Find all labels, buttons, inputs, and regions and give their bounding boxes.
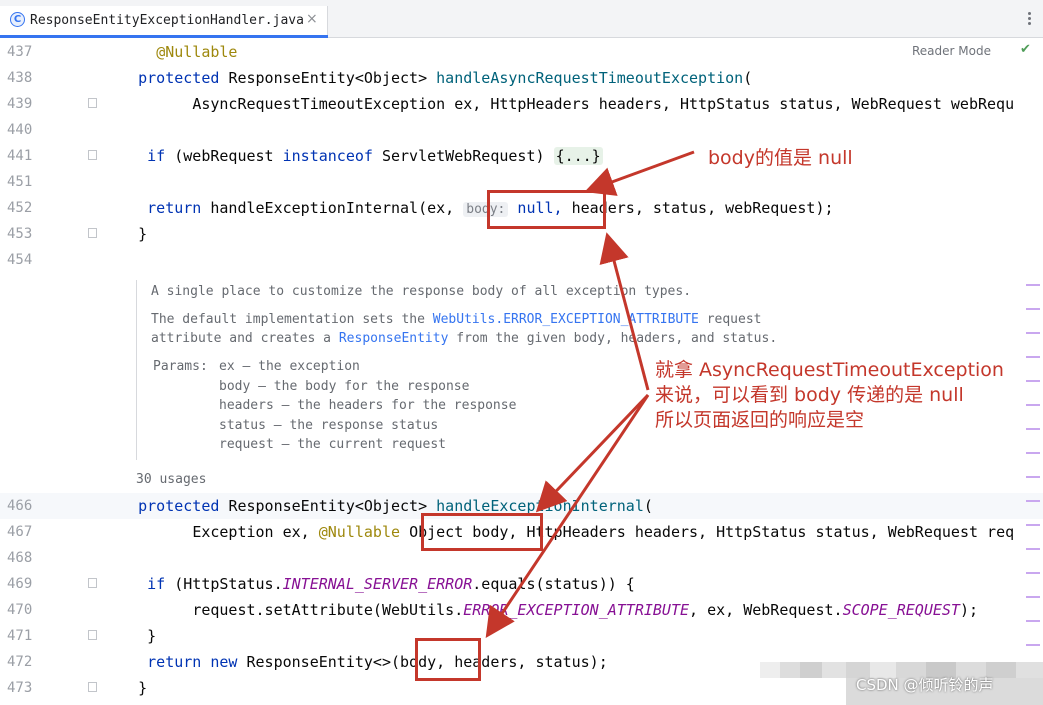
watermark-text: CSDN @倾听铃的声 xyxy=(856,676,994,694)
annotation-arrows xyxy=(485,150,695,638)
annotation-body-null: body的值是 null xyxy=(708,147,853,169)
annotation-explanation-line2: 来说，可以看到 body 传递的是 null xyxy=(655,384,964,406)
annotation-explanation-line1: 就拿 AsyncRequestTimeoutException xyxy=(655,359,1004,381)
annotation-explanation-line3: 所以页面返回的响应是空 xyxy=(655,409,865,431)
